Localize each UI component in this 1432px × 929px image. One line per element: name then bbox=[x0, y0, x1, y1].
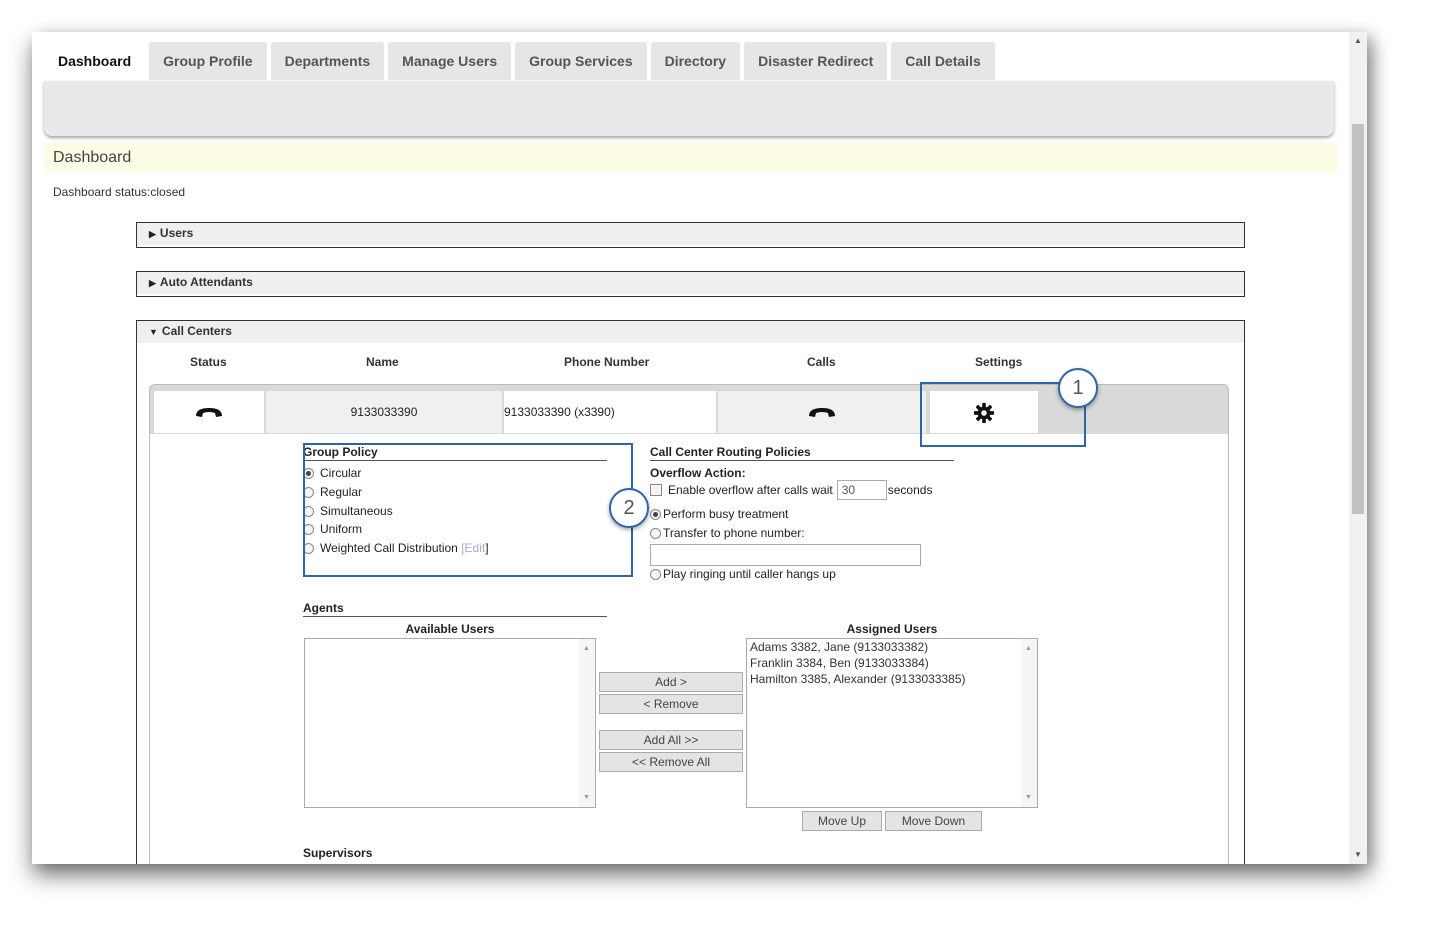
scroll-down-icon[interactable]: ▼ bbox=[1349, 846, 1367, 864]
tab-list: Dashboard Group Profile Departments Mana… bbox=[44, 42, 999, 82]
assigned-users-list[interactable]: Adams 3382, Jane (9133033382) Franklin 3… bbox=[746, 638, 1038, 808]
enable-overflow-label: Enable overflow after calls wait bbox=[668, 483, 833, 497]
move-down-button[interactable]: Move Down bbox=[885, 811, 982, 831]
scroll-up-icon[interactable]: ▲ bbox=[583, 645, 590, 652]
transfer-option[interactable]: Transfer to phone number: bbox=[650, 526, 805, 540]
call-centers-section-label: Call Centers bbox=[161, 324, 232, 338]
radio-button[interactable] bbox=[650, 568, 661, 580]
list-scrollbar[interactable]: ▲ ▼ bbox=[579, 639, 595, 807]
routing-policies-heading: Call Center Routing Policies bbox=[650, 445, 954, 461]
seconds-label: seconds bbox=[887, 483, 933, 497]
busy-treatment-label: Perform busy treatment bbox=[663, 507, 789, 521]
tab-directory[interactable]: Directory bbox=[650, 42, 741, 80]
scroll-up-icon[interactable]: ▲ bbox=[1349, 32, 1367, 50]
phone-icon bbox=[196, 407, 222, 417]
move-up-button[interactable]: Move Up bbox=[802, 811, 882, 831]
remove-all-button[interactable]: << Remove All bbox=[599, 752, 743, 772]
callout-box-group-policy bbox=[303, 443, 633, 577]
tab-disaster-redirect[interactable]: Disaster Redirect bbox=[744, 42, 888, 80]
radio-button[interactable] bbox=[650, 527, 661, 539]
overflow-action-heading: Overflow Action: bbox=[650, 466, 746, 480]
status-cell bbox=[154, 391, 264, 433]
busy-treatment-option[interactable]: Perform busy treatment bbox=[650, 507, 788, 521]
call-centers-section-header[interactable]: ▼ Call Centers bbox=[137, 321, 1244, 343]
assigned-users-heading: Assigned Users bbox=[846, 622, 938, 636]
list-item[interactable]: Adams 3382, Jane (9133033382) bbox=[747, 639, 1037, 655]
caret-right-icon: ▶ bbox=[149, 229, 156, 239]
auto-attendants-section-label: Auto Attendants bbox=[159, 275, 253, 289]
available-users-heading: Available Users bbox=[405, 622, 495, 636]
available-users-list[interactable]: ▲ ▼ bbox=[304, 638, 596, 808]
tab-panel bbox=[44, 81, 1334, 136]
call-center-phone-number: 9133033390 (x3390) bbox=[504, 391, 716, 433]
list-item[interactable]: Hamilton 3385, Alexander (9133033385) bbox=[747, 671, 1037, 687]
tab-call-details[interactable]: Call Details bbox=[891, 42, 995, 80]
column-phone-number: Phone Number bbox=[564, 355, 650, 369]
page-title-bar: Dashboard bbox=[44, 142, 1338, 172]
scroll-down-icon[interactable]: ▼ bbox=[583, 794, 590, 801]
overflow-wait-input[interactable] bbox=[836, 480, 887, 500]
column-calls: Calls bbox=[807, 355, 836, 369]
auto-attendants-section: ▶ Auto Attendants bbox=[136, 271, 1245, 297]
play-ringing-label: Play ringing until caller hangs up bbox=[663, 567, 836, 581]
calls-cell[interactable] bbox=[718, 391, 926, 433]
transfer-phone-input[interactable] bbox=[650, 544, 921, 566]
page-title: Dashboard bbox=[53, 149, 132, 166]
tab-group-services[interactable]: Group Services bbox=[515, 42, 647, 80]
callout-number-1: 1 bbox=[1058, 368, 1098, 408]
radio-button[interactable] bbox=[650, 508, 661, 520]
users-section-header[interactable]: ▶ Users bbox=[137, 223, 1244, 245]
column-status: Status bbox=[190, 355, 227, 369]
enable-overflow-checkbox[interactable] bbox=[650, 484, 662, 496]
dashboard-status: Dashboard status:closed bbox=[53, 185, 186, 199]
column-settings: Settings bbox=[975, 355, 1023, 369]
auto-attendants-section-header[interactable]: ▶ Auto Attendants bbox=[137, 272, 1244, 294]
phone-icon bbox=[809, 407, 835, 417]
tab-dashboard[interactable]: Dashboard bbox=[44, 42, 146, 80]
tab-group-profile[interactable]: Group Profile bbox=[149, 42, 267, 80]
call-center-name[interactable]: 9133033390 bbox=[266, 391, 502, 433]
page-scrollbar[interactable]: ▲ ▼ bbox=[1349, 32, 1367, 864]
users-section: ▶ Users bbox=[136, 222, 1245, 248]
scroll-down-icon[interactable]: ▼ bbox=[1025, 794, 1032, 801]
callout-number-2: 2 bbox=[609, 488, 649, 528]
add-all-button[interactable]: Add All >> bbox=[599, 730, 743, 750]
tab-bar: Dashboard Group Profile Departments Mana… bbox=[44, 42, 1334, 138]
caret-right-icon: ▶ bbox=[149, 278, 156, 288]
list-scrollbar[interactable]: ▲ ▼ bbox=[1021, 639, 1037, 807]
caret-down-icon: ▼ bbox=[149, 327, 158, 337]
scroll-up-icon[interactable]: ▲ bbox=[1025, 645, 1032, 652]
list-item[interactable]: Franklin 3384, Ben (9133033384) bbox=[747, 655, 1037, 671]
tab-departments[interactable]: Departments bbox=[270, 42, 385, 80]
supervisors-heading: Supervisors bbox=[303, 846, 373, 860]
remove-button[interactable]: < Remove bbox=[599, 694, 743, 714]
users-section-label: Users bbox=[159, 226, 194, 240]
column-name: Name bbox=[366, 355, 399, 369]
browser-window: Dashboard Group Profile Departments Mana… bbox=[32, 32, 1367, 864]
enable-overflow-row: Enable overflow after calls wait seconds bbox=[650, 479, 932, 501]
scroll-thumb[interactable] bbox=[1352, 124, 1364, 514]
play-ringing-option[interactable]: Play ringing until caller hangs up bbox=[650, 567, 836, 581]
tab-manage-users[interactable]: Manage Users bbox=[388, 42, 512, 80]
agents-heading: Agents bbox=[303, 601, 607, 617]
transfer-label: Transfer to phone number: bbox=[663, 526, 805, 540]
add-button[interactable]: Add > bbox=[599, 672, 743, 692]
